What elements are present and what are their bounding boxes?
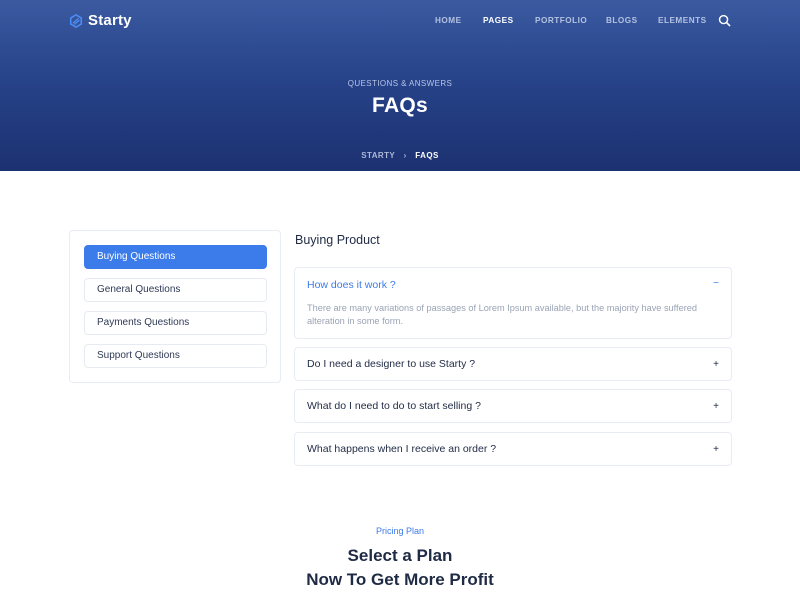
sidebar-item-buying-questions[interactable]: Buying Questions xyxy=(84,245,267,269)
sidebar-item-general-questions[interactable]: General Questions xyxy=(84,278,267,302)
collapse-minus-icon[interactable]: − xyxy=(713,278,719,289)
faq-category-sidebar: Buying Questions General Questions Payme… xyxy=(69,230,281,383)
pricing-title: Select a Plan Now To Get More Profit xyxy=(0,544,800,592)
faq-item-expanded: How does it work ? − There are many vari… xyxy=(294,267,732,339)
top-navbar: Starty HOME PAGES PORTFOLIO BLOGS ELEMEN… xyxy=(0,0,800,42)
faq-answer: There are many variations of passages of… xyxy=(307,303,697,326)
expand-plus-icon[interactable]: + xyxy=(713,433,719,465)
faq-item: Do I need a designer to use Starty ? + xyxy=(294,347,732,381)
nav-item-pages[interactable]: PAGES xyxy=(483,16,514,25)
logo-hex-icon xyxy=(69,13,83,28)
pricing-title-line-2: Now To Get More Profit xyxy=(306,570,494,589)
chevron-right-icon: › xyxy=(403,151,407,160)
expand-plus-icon[interactable]: + xyxy=(713,390,719,422)
faq-section-title: Buying Product xyxy=(295,233,380,247)
faq-question[interactable]: How does it work ? xyxy=(307,279,396,291)
breadcrumb-current: FAQS xyxy=(415,151,439,160)
nav-item-portfolio[interactable]: PORTFOLIO xyxy=(535,16,587,25)
page-title: FAQs xyxy=(371,94,429,117)
sidebar-item-payments-questions[interactable]: Payments Questions xyxy=(84,311,267,335)
breadcrumb-home-link[interactable]: STARTY xyxy=(361,151,395,160)
hero-banner: Starty HOME PAGES PORTFOLIO BLOGS ELEMEN… xyxy=(0,0,800,171)
pricing-kicker: Pricing Plan xyxy=(375,526,425,536)
brand-logo[interactable]: Starty xyxy=(69,12,132,29)
faq-item: What happens when I receive an order ? + xyxy=(294,432,732,466)
pricing-title-line-1: Select a Plan xyxy=(347,546,453,565)
faq-question[interactable]: Do I need a designer to use Starty ? xyxy=(307,348,475,380)
expand-plus-icon[interactable]: + xyxy=(713,348,719,380)
faq-question[interactable]: What happens when I receive an order ? xyxy=(307,433,496,465)
nav-item-blogs[interactable]: BLOGS xyxy=(606,16,638,25)
nav-item-home[interactable]: HOME xyxy=(435,16,462,25)
hero-kicker: QUESTIONS & ANSWERS xyxy=(347,79,453,88)
nav-item-elements[interactable]: ELEMENTS xyxy=(658,16,707,25)
search-icon[interactable] xyxy=(718,14,731,27)
brand-name: Starty xyxy=(88,12,132,29)
faq-question[interactable]: What do I need to do to start selling ? xyxy=(307,390,481,422)
breadcrumb: STARTY › FAQS xyxy=(0,151,800,160)
faq-item: What do I need to do to start selling ? … xyxy=(294,389,732,423)
sidebar-item-support-questions[interactable]: Support Questions xyxy=(84,344,267,368)
